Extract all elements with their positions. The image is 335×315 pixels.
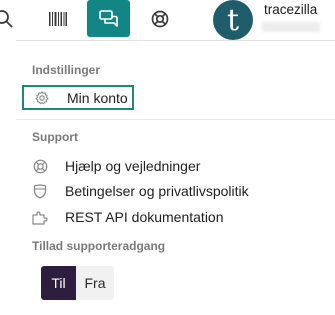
avatar[interactable]: t [213,0,253,40]
barcode-icon [49,12,67,26]
menu-item-label: Min konto [67,89,128,106]
chat-button[interactable] [87,0,130,37]
menu-item-api-docs[interactable]: REST API dokumentation [32,206,224,228]
top-bar: t tracezilla [0,0,335,40]
account-dropdown-menu: Indstillinger Min konto Support Hjælp og… [16,40,335,315]
menu-item-my-account[interactable]: Min konto [22,85,134,110]
menu-item-label: Hjælp og vejledninger [65,158,201,174]
lifebuoy-icon [32,158,48,174]
avatar-letter: t [226,3,240,38]
support-access-label: Tillad supporteradgang [32,239,166,253]
chat-icon [98,9,118,27]
menu-item-help[interactable]: Hjælp og vejledninger [32,155,200,177]
settings-section-label: Indstillinger [32,63,101,77]
puzzle-icon [32,209,48,225]
barcode-button[interactable] [44,6,72,32]
menu-item-label: Betingelser og privatlivspolitik [65,183,249,199]
support-access-toggle: Til Fra [41,266,114,300]
gear-icon [34,90,50,106]
help-button[interactable] [146,6,174,32]
section-divider [16,119,335,120]
search-icon [0,10,13,28]
menu-item-terms[interactable]: Betingelser og privatlivspolitik [32,180,249,202]
support-section-label: Support [32,130,78,144]
user-subtitle-blurred [262,22,320,32]
shield-icon [32,183,48,199]
toggle-option-on[interactable]: Til [41,266,76,300]
search-button[interactable] [0,6,16,32]
lifebuoy-icon [151,10,169,28]
username[interactable]: tracezilla [264,2,317,17]
menu-item-label: REST API dokumentation [65,209,224,225]
toggle-option-off[interactable]: Fra [76,266,114,300]
